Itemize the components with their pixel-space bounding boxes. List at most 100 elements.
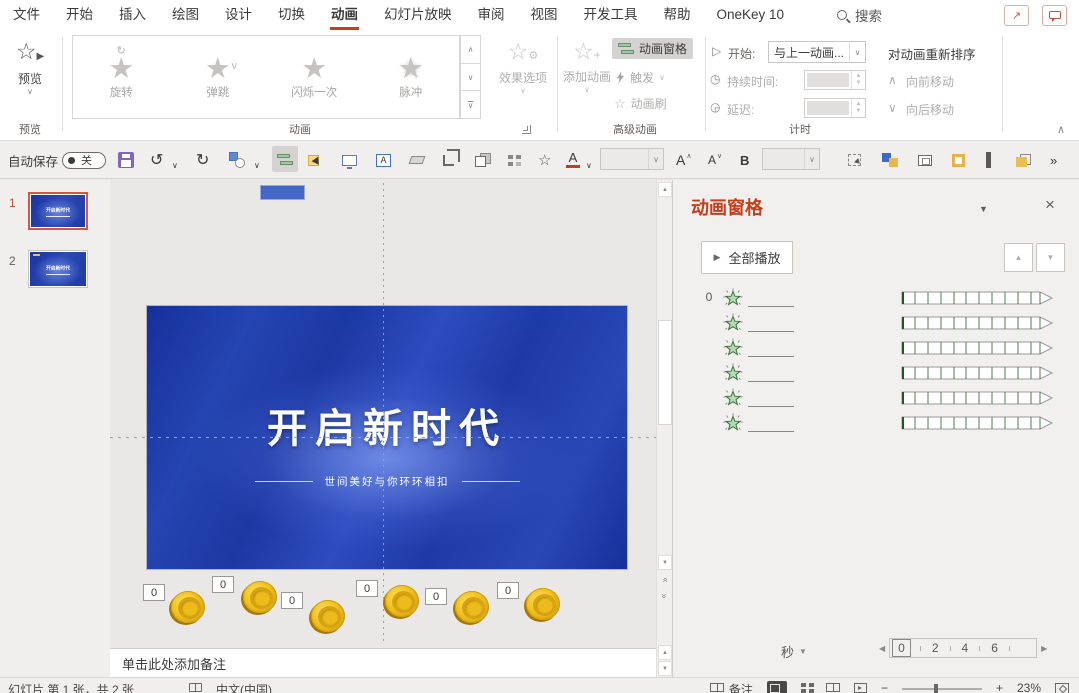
animation-number-badge[interactable]: 0 [143, 584, 165, 601]
animation-timeline-bar[interactable] [901, 316, 1054, 330]
gallery-scroll-up-button[interactable]: ∧ [460, 35, 481, 64]
undo-dropdown-caret[interactable]: ∨ [172, 153, 178, 177]
tab-insert[interactable]: 插入 [106, 0, 159, 30]
delay-spin-arrows[interactable]: ▲▼ [851, 99, 865, 117]
animation-pane-button[interactable]: 动画窗格 [612, 38, 693, 59]
zoom-slider[interactable] [902, 688, 982, 690]
notes-scroll-down-button[interactable]: ▼ [658, 661, 672, 676]
animation-number-badge[interactable]: 0 [425, 588, 447, 605]
ruler-scroll-right[interactable]: ▶ [1041, 644, 1047, 653]
vertical-guide[interactable] [383, 183, 384, 645]
align-objects-button[interactable] [508, 148, 513, 172]
coin-shape[interactable] [171, 591, 205, 623]
eraser-button[interactable] [410, 148, 424, 172]
tab-transitions[interactable]: 切换 [265, 0, 318, 30]
animation-item[interactable]: 0 [673, 286, 1079, 311]
shape-outline-button[interactable] [986, 148, 991, 172]
start-dropdown-caret[interactable]: ∨ [849, 42, 865, 62]
horizontal-guide[interactable] [110, 437, 656, 438]
animation-item[interactable] [673, 361, 1079, 386]
add-animation-button[interactable]: ☆+ 添加动画 ∨ [562, 38, 612, 94]
effect-options-button[interactable]: ☆⚙ 效果选项 ∨ [492, 38, 554, 95]
toolbar-overflow-button[interactable]: » [1050, 148, 1057, 172]
notes-area[interactable]: 单击此处添加备注 [110, 648, 656, 677]
animation-item[interactable] [673, 411, 1079, 436]
zoom-slider-thumb[interactable] [934, 684, 938, 693]
slide-title[interactable]: 开启新时代 [147, 396, 627, 454]
zoom-level[interactable]: 23% [1017, 681, 1041, 693]
notes-toggle-button[interactable]: 备注 [710, 681, 753, 693]
tab-design[interactable]: 设计 [212, 0, 265, 30]
shapes-button[interactable] [228, 148, 248, 172]
slideshow-view-button[interactable] [854, 683, 867, 693]
font-name-select[interactable]: ∨ [600, 148, 664, 170]
animation-number-badge[interactable]: 0 [497, 582, 519, 599]
move-up-button[interactable]: ▲ [1004, 243, 1033, 272]
selection-tool-button[interactable] [308, 148, 319, 172]
preview-button[interactable]: ☆▶ 预览 ∨ [8, 38, 52, 96]
scroll-down-button[interactable]: ▼ [658, 555, 672, 570]
animation-timeline-bar[interactable] [901, 341, 1054, 355]
animation-timeline-bar[interactable] [901, 366, 1054, 380]
animation-painter-quick-button[interactable]: ☆ [538, 148, 551, 172]
animation-number-badge[interactable]: 0 [356, 580, 378, 597]
animation-item[interactable] [673, 311, 1079, 336]
share-button[interactable]: ↗ [1004, 5, 1029, 26]
fit-slide-to-window-button[interactable] [1055, 683, 1069, 693]
font-color-caret[interactable]: ∨ [586, 153, 592, 177]
coin-shape[interactable] [311, 600, 345, 632]
slide-thumbnail-1[interactable]: 开启新时代 [28, 192, 88, 230]
scrollbar-thumb[interactable] [658, 320, 672, 425]
notes-scroll-up-button[interactable]: ▲ [658, 645, 672, 660]
tab-developer[interactable]: 开发工具 [571, 0, 651, 30]
language-indicator[interactable]: 中文(中国) [216, 681, 272, 693]
offslide-shape[interactable] [260, 185, 305, 200]
font-size-select[interactable]: ∨ [762, 148, 820, 170]
previous-slide-button[interactable]: » [658, 572, 672, 587]
slide-sorter-view-button[interactable] [801, 683, 806, 687]
gallery-more-button[interactable]: ∨ [460, 91, 481, 119]
animation-timeline-bar[interactable] [901, 391, 1054, 405]
next-slide-button[interactable]: » [658, 588, 672, 603]
resize-object-button[interactable] [918, 148, 932, 172]
tab-slideshow[interactable]: 幻灯片放映 [371, 0, 465, 30]
convert-to-shape-button[interactable] [848, 148, 861, 172]
shrink-font-button[interactable]: A∨ [708, 148, 722, 172]
slide-thumbnail-2[interactable]: 开启新时代 [28, 250, 88, 288]
animation-number-badge[interactable]: 0 [281, 592, 303, 609]
duration-spin-arrows[interactable]: ▲▼ [851, 71, 865, 89]
ruler-scale[interactable]: 0 2 4 6 [889, 638, 1037, 658]
comments-button[interactable] [1042, 5, 1067, 26]
move-earlier-button[interactable]: 向前移动 [906, 73, 954, 90]
undo-button[interactable]: ↺ [150, 148, 163, 172]
gallery-item-spin[interactable]: ↻ ★ 旋转 [73, 36, 170, 118]
redo-button[interactable]: ↻ [196, 148, 209, 172]
duration-spinner[interactable]: ▲▼ [804, 70, 866, 90]
trigger-button[interactable]: 触发 ∨ [616, 69, 665, 86]
crop-button[interactable] [443, 148, 454, 172]
coin-shape[interactable] [455, 591, 489, 623]
play-all-button[interactable]: ▶ 全部播放 [701, 241, 793, 274]
bring-forward-button[interactable] [475, 148, 491, 172]
normal-view-button[interactable] [767, 681, 787, 693]
start-dropdown[interactable]: 与上一动画... ∨ [768, 41, 866, 63]
coin-shape[interactable] [243, 581, 277, 613]
animation-timeline-bar[interactable] [901, 416, 1054, 430]
book-icon[interactable] [189, 683, 202, 692]
zoom-out-button[interactable]: − [881, 681, 888, 693]
change-colors-button[interactable] [882, 148, 898, 172]
animation-item[interactable] [673, 386, 1079, 411]
animation-item[interactable] [673, 336, 1079, 361]
scroll-up-button[interactable]: ▲ [658, 182, 672, 197]
tab-animations[interactable]: 动画 [318, 0, 371, 30]
tab-file[interactable]: 文件 [0, 0, 53, 30]
tab-onekey[interactable]: OneKey 10 [704, 0, 798, 30]
grow-font-button[interactable]: A∧ [676, 148, 691, 172]
tab-home[interactable]: 开始 [53, 0, 106, 30]
autosave-toggle[interactable]: 关 [62, 148, 106, 172]
move-down-button[interactable]: ▼ [1036, 243, 1065, 272]
bold-button[interactable]: B [740, 148, 749, 172]
seconds-dropdown[interactable]: 秒 ▼ [781, 642, 807, 661]
gallery-item-pulse[interactable]: ★ 脉冲 [363, 36, 460, 118]
tab-help[interactable]: 帮助 [651, 0, 704, 30]
